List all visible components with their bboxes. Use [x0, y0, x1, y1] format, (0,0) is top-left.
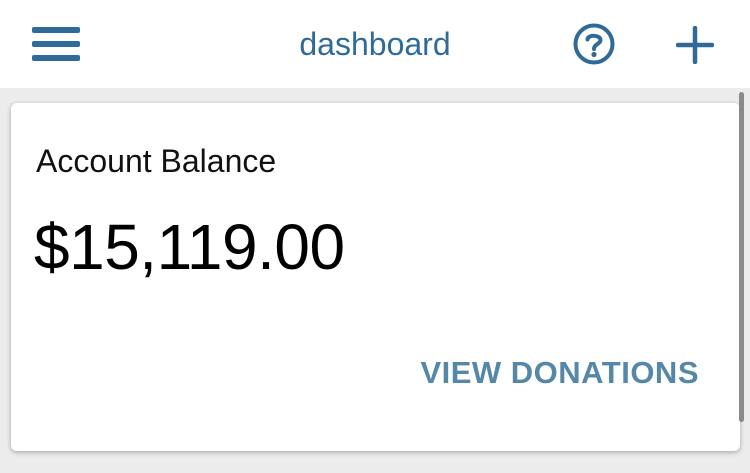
- account-balance-amount: $15,119.00: [34, 211, 345, 283]
- help-circle-icon: [573, 23, 615, 65]
- scrollbar[interactable]: [739, 92, 744, 422]
- plus-icon: [675, 25, 715, 65]
- view-donations-button[interactable]: VIEW DONATIONS: [420, 355, 699, 391]
- add-button[interactable]: [675, 25, 715, 65]
- top-app-bar: dashboard: [0, 0, 750, 88]
- account-balance-card: Account Balance $15,119.00 VIEW DONATION…: [11, 103, 740, 451]
- page-title: dashboard: [299, 26, 451, 62]
- help-button[interactable]: [572, 22, 616, 66]
- account-balance-label: Account Balance: [36, 143, 277, 179]
